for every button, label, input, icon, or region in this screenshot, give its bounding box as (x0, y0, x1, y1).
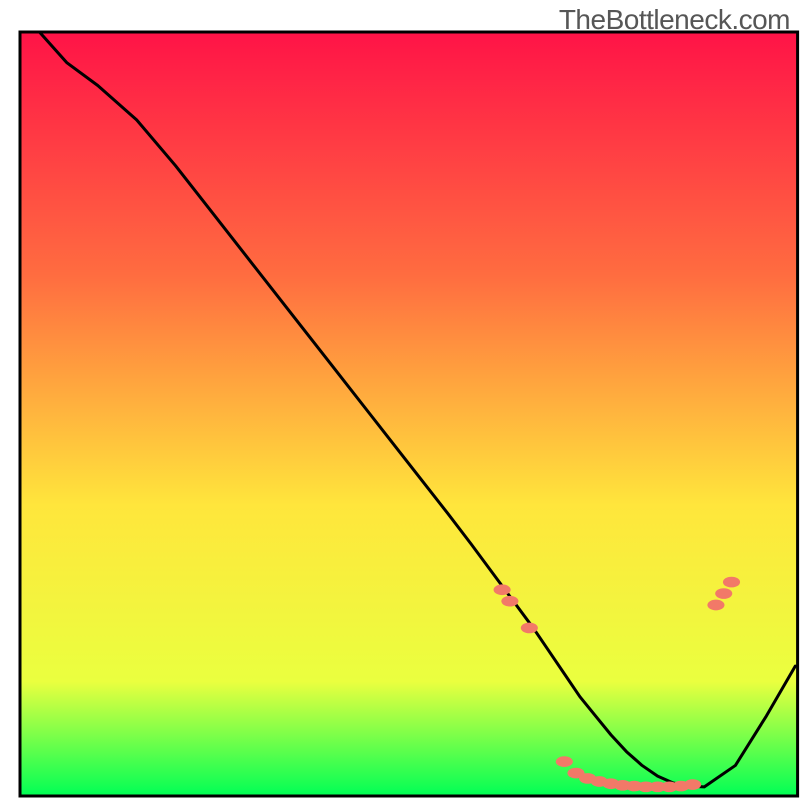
data-point (501, 596, 518, 607)
data-point (494, 584, 511, 595)
data-point (684, 779, 701, 790)
data-point (723, 577, 740, 588)
gradient-background (20, 32, 798, 796)
chart-svg (0, 0, 800, 800)
data-point (707, 600, 724, 611)
watermark-label: TheBottleneck.com (559, 4, 790, 36)
data-point (521, 623, 538, 634)
data-point (715, 588, 732, 599)
bottleneck-chart: TheBottleneck.com (0, 0, 800, 800)
data-point (556, 756, 573, 767)
